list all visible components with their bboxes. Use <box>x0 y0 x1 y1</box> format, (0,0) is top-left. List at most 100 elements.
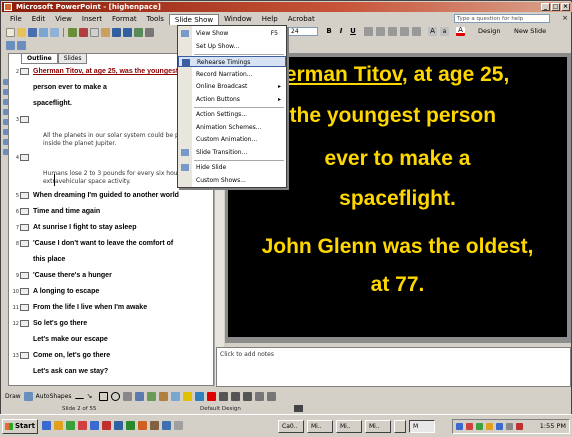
menu-item-online-broadcast[interactable]: Online Broadcast ▸ <box>178 81 286 92</box>
slide-icon[interactable] <box>20 192 29 199</box>
acrobat-icon[interactable] <box>102 421 111 430</box>
print-icon[interactable] <box>39 27 48 37</box>
menu-slide-show[interactable]: Slide Show <box>168 13 220 25</box>
slide-icon[interactable] <box>20 272 29 279</box>
outline-row[interactable]: 7 At sunrise I fight to stay asleep <box>9 222 213 234</box>
align-center-icon[interactable] <box>376 27 385 36</box>
rectangle-icon[interactable] <box>98 391 108 401</box>
copy-icon[interactable] <box>90 27 99 37</box>
decrease-font-icon[interactable]: a <box>440 27 449 36</box>
excel-icon[interactable] <box>126 421 135 430</box>
line-icon[interactable] <box>74 394 84 399</box>
misc-icon[interactable] <box>174 421 183 430</box>
cut-icon[interactable] <box>79 27 88 37</box>
select-objects-icon[interactable] <box>23 391 33 401</box>
chart-icon[interactable] <box>134 27 143 37</box>
menu-item-hide-slide[interactable]: Hide Slide <box>178 162 286 173</box>
taskbar-task-button[interactable]: Mi.. <box>336 420 362 433</box>
outline-row[interactable]: 12 So let's go there <box>9 318 213 330</box>
redo-icon[interactable] <box>123 27 132 37</box>
word-icon[interactable] <box>114 421 123 430</box>
3d-icon[interactable] <box>266 391 276 401</box>
align-left-icon[interactable] <box>364 27 373 36</box>
menu-insert[interactable]: Insert <box>77 13 107 25</box>
start-button[interactable]: Start <box>2 419 38 434</box>
outline-row[interactable]: 11 From the life I live when I'm awake <box>9 302 213 314</box>
menu-item-action-settings[interactable]: Action Settings... <box>178 109 286 120</box>
messenger-icon[interactable] <box>496 423 503 430</box>
menu-item-animation-schemes[interactable]: Animation Schemes... <box>178 122 286 133</box>
slide-icon[interactable] <box>20 68 29 75</box>
outline-row[interactable]: 13 Come on, let's go there <box>9 350 213 362</box>
slide-icon[interactable] <box>20 154 29 161</box>
picture-icon[interactable] <box>170 391 180 401</box>
dash-style-icon[interactable] <box>230 391 240 401</box>
menu-item-set-up-show[interactable]: Set Up Show... <box>178 41 286 52</box>
close-document-icon[interactable]: × <box>562 14 568 22</box>
minimize-button[interactable]: _ <box>541 3 550 11</box>
menu-window[interactable]: Window <box>219 13 257 25</box>
open-icon[interactable] <box>17 27 26 37</box>
design-button[interactable]: Design <box>478 27 500 36</box>
wordart-icon[interactable] <box>134 391 144 401</box>
outline-row[interactable]: Let's ask can we stay? <box>9 366 213 378</box>
outline-view-icon[interactable] <box>6 40 15 50</box>
underline-button[interactable]: U <box>348 27 358 36</box>
slide-icon[interactable] <box>20 352 29 359</box>
taskbar-task-button[interactable]: Mi.. <box>307 420 333 433</box>
line-style-icon[interactable] <box>218 391 228 401</box>
slide-icon[interactable] <box>20 240 29 247</box>
media-icon[interactable] <box>66 421 75 430</box>
bold-button[interactable]: B <box>324 27 334 36</box>
taskbar-task-button[interactable] <box>394 420 406 433</box>
save-icon[interactable] <box>28 27 37 37</box>
menu-tools[interactable]: Tools <box>142 13 169 25</box>
outline-row[interactable]: 8 'Cause I don't want to leave the comfor… <box>9 238 213 250</box>
menu-format[interactable]: Format <box>107 13 142 25</box>
update-icon[interactable] <box>486 423 493 430</box>
menu-acrobat[interactable]: Acrobat <box>283 13 320 25</box>
menu-view[interactable]: View <box>50 13 77 25</box>
outline-row[interactable]: 10 A longing to escape <box>9 286 213 298</box>
ie-icon[interactable] <box>42 421 51 430</box>
font-color-icon[interactable]: A <box>456 27 465 36</box>
alert-icon[interactable] <box>516 423 523 430</box>
expand-icon[interactable] <box>17 40 26 50</box>
numbering-icon[interactable] <box>412 27 421 36</box>
shadow-icon[interactable] <box>254 391 264 401</box>
printer-icon[interactable] <box>506 423 513 430</box>
table-icon[interactable] <box>145 27 154 37</box>
taskbar-task-button[interactable]: M <box>409 420 435 433</box>
outline-row[interactable]: 9 'Cause there's a hunger <box>9 270 213 282</box>
new-icon[interactable] <box>6 27 15 37</box>
app-icon[interactable] <box>78 421 87 430</box>
desktop-icon[interactable] <box>162 421 171 430</box>
menu-item-custom-animation[interactable]: Custom Animation... <box>178 134 286 145</box>
outline-row[interactable]: 5 When dreaming I'm guided to another wor… <box>9 190 213 202</box>
slide-icon[interactable] <box>20 224 29 231</box>
fill-color-icon[interactable] <box>182 391 192 401</box>
italic-button[interactable]: I <box>336 27 346 36</box>
ask-question-input[interactable]: Type a question for help <box>454 14 550 23</box>
close-button[interactable]: × <box>561 3 570 11</box>
slide-icon[interactable] <box>20 116 29 123</box>
taskbar-task-button[interactable]: Ca0.. <box>278 420 304 433</box>
bullets-icon[interactable] <box>400 27 409 36</box>
network-icon[interactable] <box>456 423 463 430</box>
powerpoint-quick-icon[interactable] <box>138 421 147 430</box>
maximize-button[interactable]: □ <box>551 3 560 11</box>
slide-icon[interactable] <box>20 320 29 327</box>
outline-row[interactable]: 6 Time and time again <box>9 206 213 218</box>
outlook-icon[interactable] <box>90 421 99 430</box>
print-preview-icon[interactable] <box>50 27 59 37</box>
diagram-icon[interactable] <box>146 391 156 401</box>
spelling-icon[interactable] <box>68 27 77 37</box>
oval-icon[interactable] <box>110 391 120 401</box>
tool-icon[interactable] <box>150 421 159 430</box>
arrow-icon[interactable]: ↘ <box>87 392 96 401</box>
draw-menu[interactable]: Draw <box>5 393 21 400</box>
increase-font-icon[interactable]: A <box>428 27 437 36</box>
taskbar-task-button[interactable]: Mi.. <box>365 420 391 433</box>
folder-icon[interactable] <box>54 421 63 430</box>
textbox-icon[interactable] <box>122 391 132 401</box>
